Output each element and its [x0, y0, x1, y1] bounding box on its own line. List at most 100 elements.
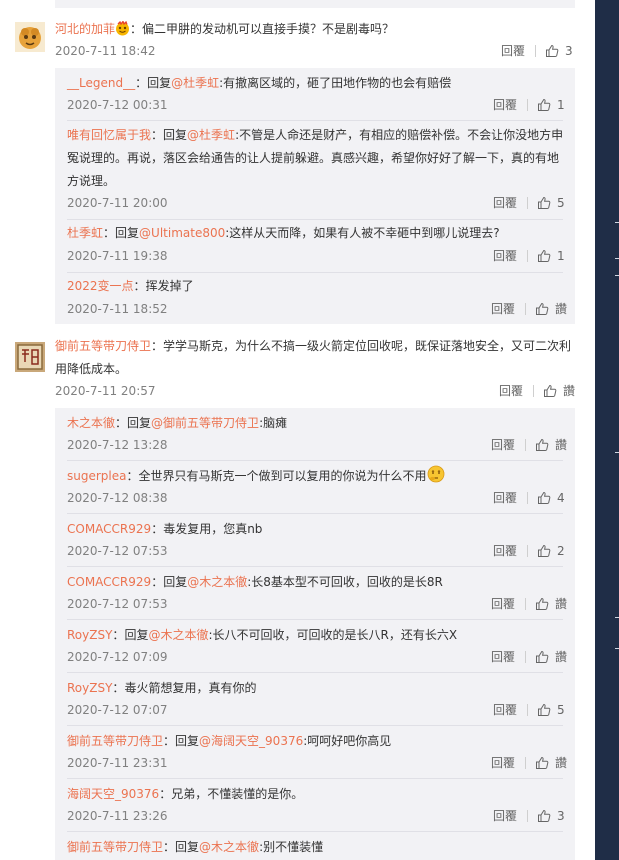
username-link[interactable]: COMACCR929 — [67, 575, 151, 589]
username-link[interactable]: 河北的加菲 — [55, 22, 115, 36]
like-count[interactable]: 5 — [557, 193, 567, 213]
like-count[interactable]: 讚 — [555, 753, 567, 773]
like-count[interactable]: 讚 — [555, 647, 567, 667]
username-link[interactable]: COMACCR929 — [67, 522, 151, 536]
username-link[interactable]: 唯有回忆属于我 — [67, 128, 151, 142]
mention-link[interactable]: @御前五等带刀侍卫 — [151, 416, 259, 430]
reply-text: COMACCR929：毒发复用，您真nb — [67, 518, 567, 541]
reply-meta: 2020-7-12 07:07 回覆 5 — [67, 700, 567, 720]
username-link[interactable]: RoyZSY — [67, 681, 112, 695]
username-link[interactable]: 2022变一点 — [67, 279, 134, 293]
reply-actions: 回覆 2 — [493, 541, 567, 561]
reply-button[interactable]: 回覆 — [491, 299, 525, 319]
username-link[interactable]: __Legend__ — [67, 76, 135, 90]
mention-link[interactable]: @木之本徹 — [148, 628, 208, 642]
reply-body: :别不懂装懂 — [259, 840, 324, 854]
like-count[interactable]: 讚 — [555, 594, 567, 614]
like-thumb-icon[interactable] — [537, 196, 551, 210]
reply-divider — [67, 219, 563, 220]
comment-actions: 回覆 3 — [501, 41, 575, 61]
username-link[interactable]: 御前五等带刀侍卫 — [67, 840, 163, 854]
username-link[interactable]: 御前五等带刀侍卫 — [67, 734, 163, 748]
like-count[interactable]: 3 — [557, 806, 567, 826]
like-thumb-icon[interactable] — [537, 703, 551, 717]
reply-body: 毒火箭想复用，真有你的 — [124, 681, 257, 695]
reply-text: COMACCR929：回复@木之本徹:长8基本型不可回收，回收的是长8R — [67, 571, 567, 594]
action-divider — [527, 492, 528, 504]
like-thumb-icon[interactable] — [535, 438, 549, 452]
like-count[interactable]: 1 — [557, 95, 567, 115]
timestamp: 2020-7-11 23:26 — [67, 809, 168, 823]
reply-button[interactable]: 回覆 — [491, 753, 525, 773]
reply-divider — [67, 566, 563, 567]
reply-button[interactable]: 回覆 — [493, 95, 527, 115]
username-link[interactable]: 御前五等带刀侍卫 — [55, 339, 151, 353]
mention-link[interactable]: @海阔天空_90376 — [199, 734, 303, 748]
reply-text: RoyZSY：回复@木之本徹:长八不可回收，可回收的是长八R，还有长六X — [67, 624, 567, 647]
like-thumb-icon[interactable] — [537, 98, 551, 112]
action-divider — [527, 545, 528, 557]
reply-divider — [67, 672, 563, 673]
like-thumb-icon[interactable] — [545, 44, 559, 58]
timestamp: 2020-7-12 00:31 — [67, 98, 168, 112]
like-thumb-icon[interactable] — [535, 756, 549, 770]
action-divider — [527, 810, 528, 822]
timestamp: 2020-7-12 07:09 — [67, 650, 168, 664]
reply-button[interactable]: 回覆 — [493, 806, 527, 826]
username-link[interactable]: RoyZSY — [67, 628, 112, 642]
reply-divider — [67, 513, 563, 514]
like-count[interactable]: 1 — [557, 246, 567, 266]
mention-link[interactable]: @木之本徹 — [199, 840, 259, 854]
comment-text: 河北的加菲 ：偏二甲肼的发动机可以直接手摸？不是剧毒吗？ — [55, 18, 575, 41]
reply-button[interactable]: 回覆 — [493, 488, 527, 508]
reply-button[interactable]: 回覆 — [491, 594, 525, 614]
reply-button[interactable]: 回覆 — [491, 435, 525, 455]
username-link[interactable]: sugerplea — [67, 469, 126, 483]
panel-divider — [615, 275, 619, 276]
like-thumb-icon[interactable] — [535, 650, 549, 664]
like-thumb-icon[interactable] — [543, 384, 557, 398]
reply-button[interactable]: 回覆 — [501, 41, 535, 61]
like-count[interactable]: 讚 — [555, 299, 567, 319]
mention-link[interactable]: @杜季虹 — [187, 128, 235, 142]
like-count[interactable]: 讚 — [563, 381, 575, 401]
like-thumb-icon[interactable] — [537, 544, 551, 558]
reply-prefix: 回复 — [163, 128, 188, 142]
like-thumb-icon[interactable] — [535, 302, 549, 316]
avatar[interactable] — [15, 22, 45, 52]
timestamp: 2020-7-11 20:57 — [55, 384, 156, 398]
avatar[interactable] — [15, 342, 45, 372]
panel-divider — [615, 452, 619, 453]
reply-prefix: 回复 — [115, 226, 140, 240]
reply-button[interactable]: 回覆 — [491, 647, 525, 667]
like-thumb-icon[interactable] — [535, 597, 549, 611]
like-count[interactable]: 讚 — [555, 435, 567, 455]
username-link[interactable]: 杜季虹 — [67, 226, 103, 240]
timestamp: 2020-7-12 13:28 — [67, 438, 168, 452]
like-count[interactable]: 5 — [557, 700, 567, 720]
reply-actions: 回覆 讚 — [491, 594, 567, 614]
reply-button[interactable]: 回覆 — [493, 541, 527, 561]
mention-link[interactable]: @杜季虹 — [171, 76, 219, 90]
like-thumb-icon[interactable] — [537, 249, 551, 263]
username-link[interactable]: 海阔天空_90376 — [67, 787, 159, 801]
reply-body: :脑瘫 — [259, 416, 288, 430]
like-thumb-icon[interactable] — [537, 809, 551, 823]
reply-button[interactable]: 回覆 — [493, 246, 527, 266]
reply-button[interactable]: 回覆 — [493, 700, 527, 720]
mention-link[interactable]: @木之本徹 — [187, 575, 247, 589]
reply-divider — [67, 272, 563, 273]
reply-meta: 2020-7-11 20:00 回覆 5 — [67, 193, 567, 213]
like-count[interactable]: 3 — [565, 41, 575, 61]
like-count[interactable]: 4 — [557, 488, 567, 508]
like-thumb-icon[interactable] — [537, 491, 551, 505]
like-count[interactable]: 2 — [557, 541, 567, 561]
action-divider — [524, 439, 526, 451]
username-link[interactable]: 木之本徹 — [67, 416, 115, 430]
reply-body: 挥发掉了 — [145, 279, 194, 293]
mention-link[interactable]: @Ultimate800 — [139, 226, 225, 240]
comment-meta: 2020-7-11 20:57 回覆 讚 — [55, 381, 575, 401]
reply-prefix: 回复 — [175, 840, 200, 854]
reply-button[interactable]: 回覆 — [493, 193, 527, 213]
reply-button[interactable]: 回覆 — [499, 381, 533, 401]
